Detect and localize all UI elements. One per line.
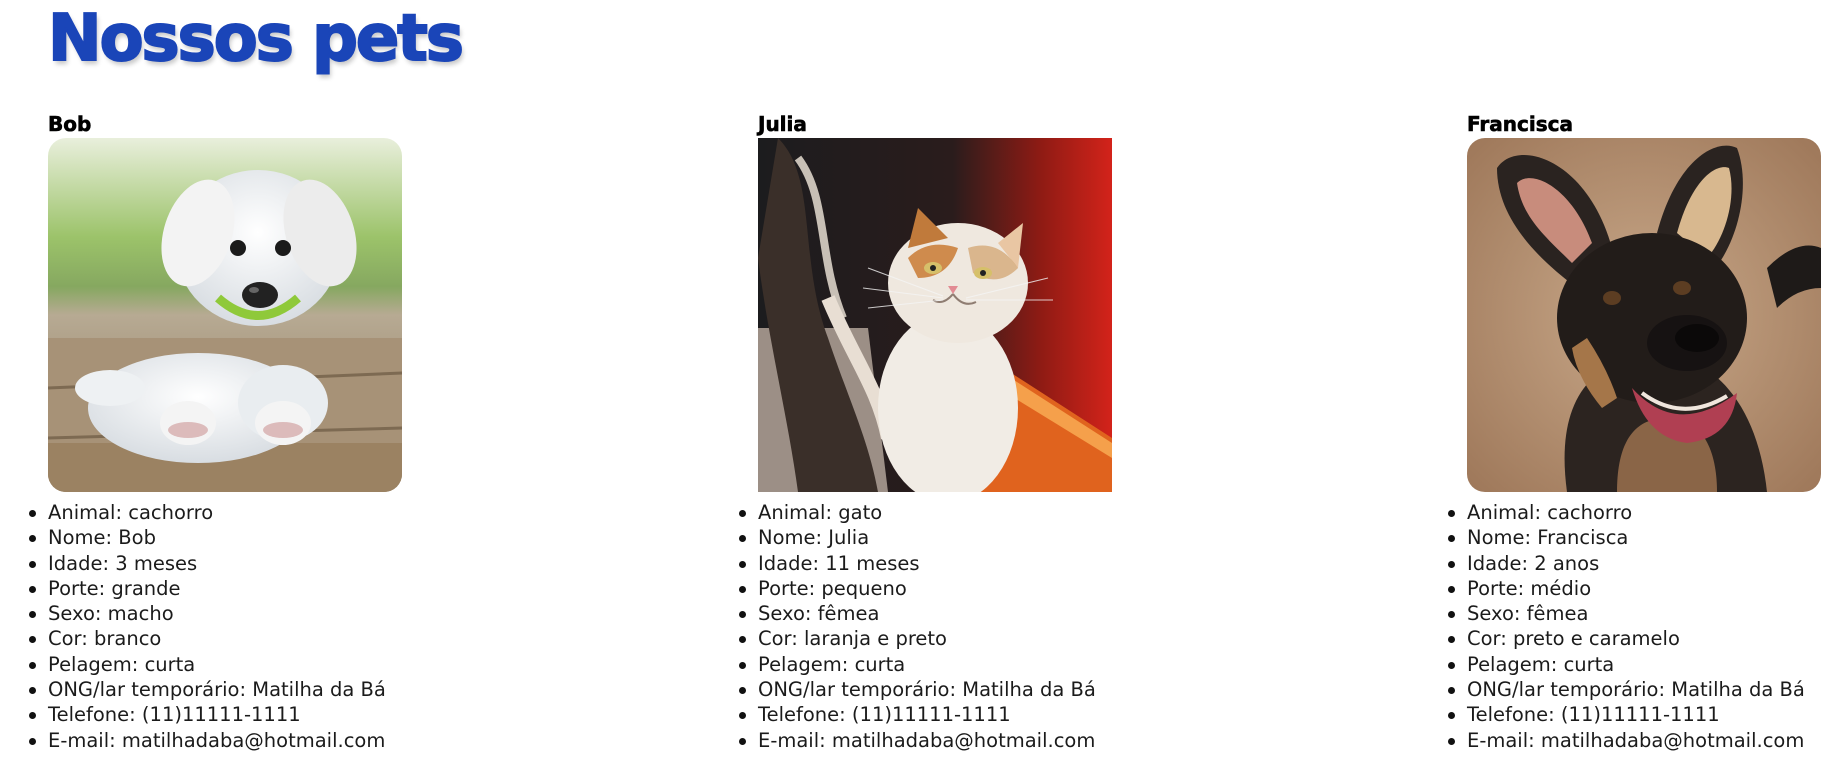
pet-photo-julia — [758, 138, 1112, 492]
list-item: Telefone: (11)11111-1111 — [739, 702, 1318, 727]
list-item: Idade: 2 anos — [1448, 551, 1846, 576]
list-item: ONG/lar temporário: Matilha da Bá — [29, 677, 608, 702]
list-item: Nome: Bob — [29, 525, 608, 550]
list-item: Porte: pequeno — [739, 576, 1318, 601]
pet-details-list: Animal: cachorro Nome: Bob Idade: 3 mese… — [29, 500, 608, 753]
list-item: ONG/lar temporário: Matilha da Bá — [1448, 677, 1846, 702]
list-item: E-mail: matilhadaba@hotmail.com — [739, 728, 1318, 753]
list-item: Pelagem: curta — [1448, 652, 1846, 677]
list-item: Animal: gato — [739, 500, 1318, 525]
cat-image — [758, 138, 1112, 492]
list-item: Porte: médio — [1448, 576, 1846, 601]
list-item: Sexo: fêmea — [739, 601, 1318, 626]
list-item: Cor: preto e caramelo — [1448, 626, 1846, 651]
list-item: Animal: cachorro — [29, 500, 608, 525]
list-item: Idade: 3 meses — [29, 551, 608, 576]
list-item: Idade: 11 meses — [739, 551, 1318, 576]
list-item: Sexo: fêmea — [1448, 601, 1846, 626]
list-item: Porte: grande — [29, 576, 608, 601]
pet-photo-francisca — [1467, 138, 1821, 492]
pet-card-francisca: Francisca Animal: cachorro Nome: Francis… — [1448, 112, 1846, 753]
pet-photo-bob — [48, 138, 402, 492]
pet-details-list: Animal: gato Nome: Julia Idade: 11 meses… — [739, 500, 1318, 753]
list-item: E-mail: matilhadaba@hotmail.com — [29, 728, 608, 753]
list-item: Telefone: (11)11111-1111 — [29, 702, 608, 727]
list-item: Telefone: (11)11111-1111 — [1448, 702, 1846, 727]
list-item: Nome: Julia — [739, 525, 1318, 550]
list-item: Pelagem: curta — [739, 652, 1318, 677]
list-item: Sexo: macho — [29, 601, 608, 626]
list-item: Nome: Francisca — [1448, 525, 1846, 550]
pet-name: Bob — [48, 112, 92, 137]
dog-image — [1467, 138, 1821, 492]
puppy-image — [48, 138, 402, 492]
list-item: Cor: laranja e preto — [739, 626, 1318, 651]
list-item: E-mail: matilhadaba@hotmail.com — [1448, 728, 1846, 753]
list-item: ONG/lar temporário: Matilha da Bá — [739, 677, 1318, 702]
pet-name: Francisca — [1467, 112, 1574, 137]
page-title: Nossos pets — [47, 1, 465, 77]
list-item: Animal: cachorro — [1448, 500, 1846, 525]
pet-card-bob: Bob Animal: cachorro Nome: Bob Idade: 3 … — [29, 112, 608, 753]
pet-details-list: Animal: cachorro Nome: Francisca Idade: … — [1448, 500, 1846, 753]
pet-name: Julia — [758, 112, 807, 137]
list-item: Pelagem: curta — [29, 652, 608, 677]
pet-card-julia: Julia Animal: gato Nome: Julia Idade: 11… — [739, 112, 1318, 753]
list-item: Cor: branco — [29, 626, 608, 651]
